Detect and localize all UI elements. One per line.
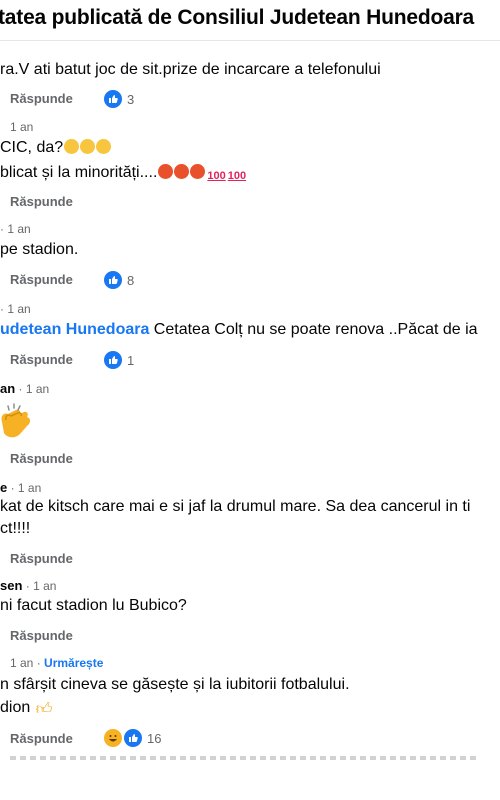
like-icon [104, 271, 122, 289]
haha-icon [104, 729, 122, 747]
comment-meta: · 1 an [0, 302, 31, 316]
grin-emoji-icon [80, 139, 96, 154]
reply-button[interactable]: Răspunde [10, 91, 73, 106]
comment-text: n sfârșit cineva se găsește și la iubito… [0, 676, 350, 693]
comment-time: · 1 an [10, 481, 42, 495]
clapping-hands-emoji-icon [1, 403, 31, 438]
hundred-points-emoji-icon: 100 [207, 170, 226, 182]
comment-text: kat de kitsch care mai e si jaf la drumu… [0, 498, 471, 515]
comment-text: CIC, da? [0, 139, 64, 156]
like-icon [104, 90, 122, 108]
post-header: tatea publicată de Consiliul Judetean Hu… [0, 0, 500, 41]
comment-text: Cetatea Colț nu se poate renova ..Păcat … [149, 321, 478, 338]
comment-text-line: CIC, da? [0, 138, 112, 158]
like-icon [124, 729, 142, 747]
comment-text: ct!!!! [0, 520, 31, 537]
comment-time: 1 an · [10, 656, 41, 670]
comment-meta: 1 an · Urmărește [10, 656, 103, 670]
reaction-count: 1 [127, 352, 135, 368]
comment-author[interactable]: sen [0, 578, 22, 593]
comment-text: dion [0, 699, 31, 716]
comment-text: pe stadion. [0, 241, 79, 258]
reply-button[interactable]: Răspunde [10, 272, 73, 287]
comment-text: ni facut stadion lu Bubico? [0, 597, 187, 614]
sad-face-emoji-icon [64, 139, 80, 154]
page-title: tatea publicată de Consiliul Judetean Hu… [0, 6, 475, 29]
comment-meta: e · 1 an [0, 480, 41, 495]
comment-meta: sen · 1 an [0, 578, 56, 593]
reaction-count: 8 [127, 272, 135, 288]
comments-page: tatea publicată de Consiliul Judetean Hu… [0, 0, 500, 800]
comment-author[interactable]: e [0, 480, 7, 495]
follow-button[interactable]: Urmărește [44, 656, 103, 670]
reply-button[interactable]: Răspunde [10, 451, 73, 466]
comment-time: · 1 an [25, 579, 57, 593]
hundred-points-emoji-icon: 100 [227, 170, 247, 182]
comment-meta: 1 an [10, 120, 34, 134]
thumbs-up-emoji-icon: 👍︎ [35, 701, 53, 718]
reply-button[interactable]: Răspunde [10, 551, 73, 566]
reaction-summary[interactable]: 1 [104, 351, 134, 369]
comment-time: · 1 an [18, 382, 50, 396]
reaction-summary[interactable]: 16 [104, 729, 161, 747]
comment-meta: · 1 an [0, 222, 31, 236]
angry-face-emoji-icon [190, 164, 206, 179]
mention-link[interactable]: udetean Hunedoara [0, 321, 149, 338]
reply-button[interactable]: Răspunde [10, 194, 73, 209]
comment-text-line: blicat și la minorități.... 100 100 [0, 163, 246, 186]
reply-button[interactable]: Răspunde [10, 628, 73, 643]
reaction-summary[interactable]: 3 [104, 90, 134, 108]
smile-emoji-icon [96, 139, 112, 154]
reply-button[interactable]: Răspunde [10, 352, 73, 367]
comment-meta: an · 1 an [0, 381, 49, 396]
reaction-count: 16 [147, 730, 162, 746]
like-icon [104, 351, 122, 369]
angry-face-emoji-icon [158, 164, 174, 179]
comment-text: blicat și la minorități.... [0, 164, 158, 181]
comment-author[interactable]: an [0, 381, 15, 396]
reaction-count: 3 [127, 91, 135, 107]
reaction-summary[interactable]: 8 [104, 271, 134, 289]
comment-text-line: udetean Hunedoara Cetatea Colț nu se poa… [0, 320, 478, 340]
angry-face-emoji-icon [174, 164, 190, 179]
cut-off-text-line [10, 756, 480, 760]
comment-text: ra.V ati batut joc de sit.prize de incar… [0, 61, 381, 78]
comment-text-line: dion 👍︎ [0, 698, 52, 720]
reply-button[interactable]: Răspunde [10, 731, 73, 746]
